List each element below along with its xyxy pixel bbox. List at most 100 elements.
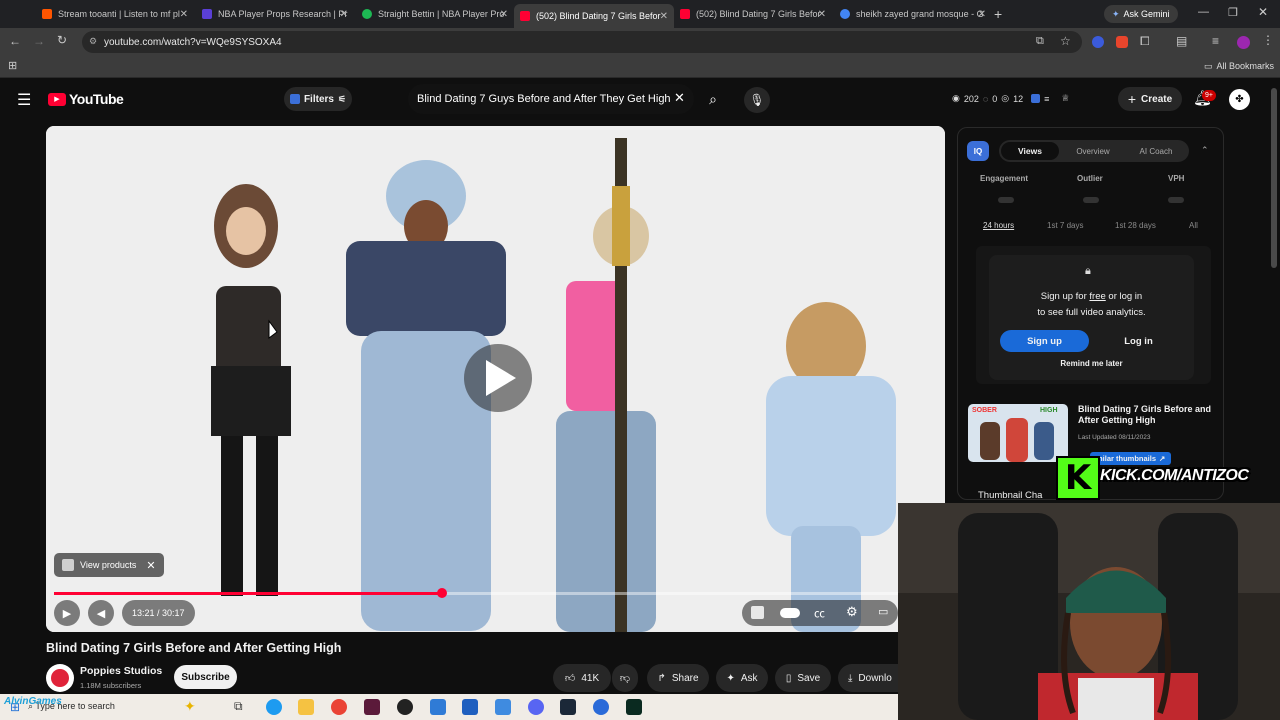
subscribe-button[interactable]: Subscribe bbox=[174, 665, 237, 689]
autoplay-toggle[interactable] bbox=[780, 608, 800, 618]
filters-label: Filters bbox=[303, 93, 334, 105]
similar-thumbnails-button[interactable]: milar thumbnails ↗ bbox=[1090, 452, 1172, 465]
metric-engagement: Engagement bbox=[980, 174, 1029, 183]
shopping-bag-icon bbox=[62, 559, 74, 571]
site-info-icon[interactable]: ⚙ bbox=[89, 36, 97, 47]
extensions-puzzle-icon[interactable]: ⧠ bbox=[1140, 34, 1150, 49]
downloads-icon[interactable]: ≡ bbox=[1212, 34, 1219, 48]
close-icon[interactable]: ✕ bbox=[180, 9, 188, 20]
settings-gear-icon[interactable]: ⚙ bbox=[846, 604, 858, 620]
remind-later-link[interactable]: Remind me later bbox=[989, 359, 1194, 368]
hamburger-menu-icon[interactable]: ☰ bbox=[17, 90, 31, 110]
close-icon[interactable]: ✕ bbox=[500, 9, 508, 20]
side-panel-icon[interactable]: ▤ bbox=[1176, 34, 1187, 48]
microphone-icon[interactable]: 🎙 bbox=[744, 87, 770, 113]
file-explorer-icon[interactable] bbox=[298, 699, 314, 715]
all-bookmarks-button[interactable]: ▭ All Bookmarks bbox=[1204, 61, 1274, 72]
youtube-logo[interactable]: ▶ YouTube bbox=[48, 91, 124, 107]
forward-icon[interactable]: → bbox=[33, 34, 45, 48]
back-icon[interactable]: ← bbox=[9, 34, 21, 48]
filters-button[interactable]: Filters ⚟ bbox=[284, 87, 352, 111]
volume-icon[interactable]: ◀︎ bbox=[88, 600, 114, 626]
profile-avatar[interactable] bbox=[1237, 36, 1250, 49]
channel-avatar[interactable] bbox=[46, 664, 74, 692]
iq-badge: IQ bbox=[967, 141, 989, 161]
tab-label: (502) Blind Dating 7 Girls Befor bbox=[696, 9, 821, 19]
save-button[interactable]: ▯ Save bbox=[775, 664, 831, 692]
like-button[interactable]: 👍︎ 41K bbox=[553, 664, 611, 692]
search-input[interactable]: Blind Dating 7 Guys Before and After The… bbox=[408, 84, 694, 114]
browser-tab[interactable]: sheikh zayed grand mosque - G ✕ bbox=[834, 3, 992, 25]
share-button[interactable]: ↱ Share bbox=[647, 664, 709, 692]
range-7-days[interactable]: 1st 7 days bbox=[1047, 221, 1083, 230]
app-icon[interactable] bbox=[397, 699, 413, 715]
minimize-button[interactable]: — bbox=[1198, 6, 1209, 18]
browser-tab[interactable]: (502) Blind Dating 7 Girls Befor ✕ bbox=[674, 3, 832, 25]
app-icon[interactable] bbox=[430, 699, 446, 715]
browser-tab-active[interactable]: (502) Blind Dating 7 Girls Befor ✕ bbox=[514, 4, 674, 28]
collapse-chevron-icon[interactable]: ⌃ bbox=[1201, 145, 1209, 156]
steam-icon[interactable] bbox=[560, 699, 576, 715]
folder-icon: ▭ bbox=[1204, 61, 1213, 71]
menu-kebab-icon[interactable]: ⋮ bbox=[1262, 33, 1274, 47]
download-button[interactable]: ⤓ Downlo bbox=[838, 664, 900, 692]
webcam-feed bbox=[898, 503, 1280, 720]
lock-free-link[interactable]: free bbox=[1089, 291, 1105, 302]
task-view-icon[interactable]: ⧉ bbox=[234, 699, 243, 714]
extension-icon[interactable] bbox=[1092, 36, 1104, 48]
app-icon[interactable] bbox=[364, 699, 380, 715]
browser-tab[interactable]: Stream tooanti | Listen to mf pl ✕ bbox=[36, 3, 194, 25]
search-icon[interactable]: ⌕ bbox=[702, 87, 724, 111]
app-icon[interactable] bbox=[593, 699, 609, 715]
create-button[interactable]: + Create bbox=[1118, 87, 1182, 111]
clear-search-icon[interactable]: ✕ bbox=[674, 90, 685, 106]
install-icon[interactable]: ⧉ bbox=[1036, 35, 1044, 48]
browser-tab[interactable]: Straight Bettin | NBA Player Pro ✕ bbox=[356, 3, 514, 25]
ask-button[interactable]: ✦ Ask bbox=[716, 664, 768, 692]
login-button[interactable]: Log in bbox=[1094, 330, 1183, 352]
close-icon[interactable]: ✕ bbox=[660, 11, 668, 22]
vidiq-stats[interactable]: ◉ 202 ◌ 0 ◎ 12 ≡ ♕ bbox=[952, 93, 1069, 104]
related-thumbnail[interactable]: SOBER HIGH bbox=[968, 404, 1068, 462]
tab-views[interactable]: Views bbox=[1001, 142, 1059, 160]
chrome-icon[interactable] bbox=[331, 699, 347, 715]
url-field[interactable]: ⚙ youtube.com/watch?v=WQe9SYSOXA4 ⧉ ☆ bbox=[82, 31, 1082, 53]
close-icon[interactable]: ✕ bbox=[146, 559, 155, 572]
app-icon[interactable] bbox=[495, 699, 511, 715]
copilot-sparkle-icon[interactable]: ✦ bbox=[184, 698, 196, 715]
close-window-button[interactable]: ✕ bbox=[1258, 5, 1268, 19]
tab-ai-coach[interactable]: AI Coach bbox=[1125, 142, 1187, 160]
view-products-button[interactable]: View products ✕ bbox=[54, 553, 164, 577]
play-pause-button[interactable]: ▶ bbox=[54, 600, 80, 626]
edge-icon[interactable] bbox=[266, 699, 282, 715]
tab-overview[interactable]: Overview bbox=[1063, 142, 1123, 160]
iq-player-icon[interactable] bbox=[751, 606, 764, 619]
page-scrollbar[interactable] bbox=[1271, 88, 1277, 268]
close-icon[interactable]: ✕ bbox=[340, 9, 348, 20]
video-progress-bar[interactable] bbox=[54, 588, 898, 598]
account-avatar[interactable]: ✤ bbox=[1229, 89, 1250, 110]
store-icon[interactable] bbox=[462, 699, 478, 715]
related-title[interactable]: Blind Dating 7 Girls Before and After Ge… bbox=[1078, 404, 1218, 426]
channel-name[interactable]: Poppies Studios bbox=[80, 665, 162, 677]
maximize-button[interactable]: ❐ bbox=[1228, 6, 1238, 19]
reload-icon[interactable]: ↻ bbox=[57, 33, 67, 47]
video-player[interactable]: View products ✕ bbox=[46, 126, 945, 632]
dislike-button[interactable]: 👎︎ bbox=[612, 664, 638, 692]
new-tab-button[interactable]: + bbox=[994, 6, 1002, 22]
miniplayer-icon[interactable]: ▭ bbox=[878, 605, 888, 618]
range-24-hours[interactable]: 24 hours bbox=[983, 221, 1014, 230]
app-icon[interactable] bbox=[626, 699, 642, 715]
bookmark-star-icon[interactable]: ☆ bbox=[1060, 34, 1071, 48]
apps-grid-icon[interactable]: ⊞ bbox=[8, 59, 17, 72]
signup-button[interactable]: Sign up bbox=[1000, 330, 1089, 352]
captions-icon[interactable]: ㏄ bbox=[814, 605, 825, 621]
close-icon[interactable]: ✕ bbox=[978, 9, 986, 20]
close-icon[interactable]: ✕ bbox=[818, 9, 826, 20]
range-28-days[interactable]: 1st 28 days bbox=[1115, 221, 1156, 230]
discord-icon[interactable] bbox=[528, 699, 544, 715]
extension-icon[interactable] bbox=[1116, 36, 1128, 48]
range-all[interactable]: All bbox=[1189, 221, 1198, 230]
browser-tab[interactable]: NBA Player Props Research | Pr ✕ bbox=[196, 3, 354, 25]
ask-gemini-button[interactable]: ✦ Ask Gemini bbox=[1104, 5, 1178, 23]
